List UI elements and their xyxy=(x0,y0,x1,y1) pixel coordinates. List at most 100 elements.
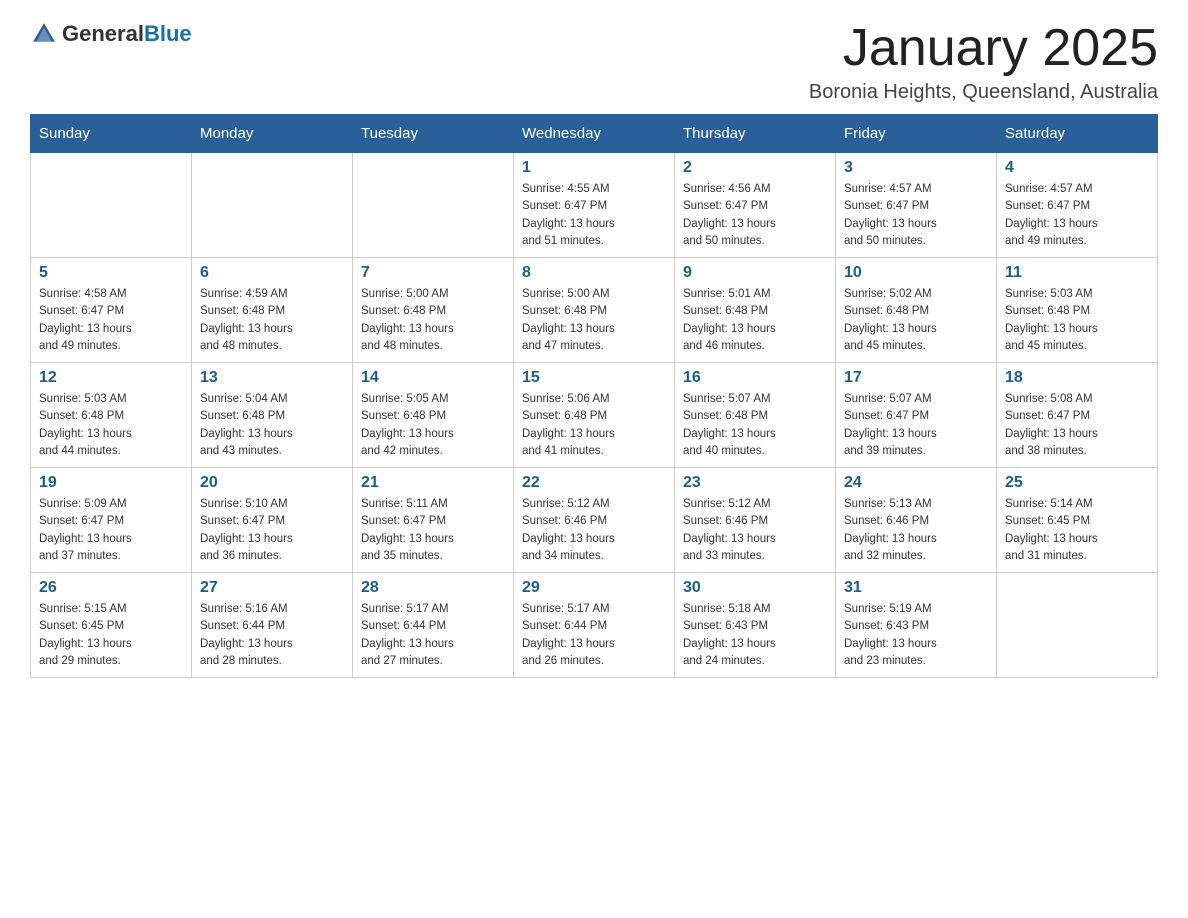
day-info: Sunrise: 5:14 AM Sunset: 6:45 PM Dayligh… xyxy=(1005,496,1149,565)
header-monday: Monday xyxy=(192,115,353,153)
calendar-week-0: 1 Sunrise: 4:55 AM Sunset: 6:47 PM Daylig… xyxy=(31,153,1158,258)
day-number: 27 xyxy=(200,579,344,597)
day-info: Sunrise: 5:01 AM Sunset: 6:48 PM Dayligh… xyxy=(683,286,827,355)
day-number: 15 xyxy=(522,369,666,387)
calendar-cell: 22 Sunrise: 5:12 AM Sunset: 6:46 PM Dayli… xyxy=(514,468,675,573)
day-info: Sunrise: 5:06 AM Sunset: 6:48 PM Dayligh… xyxy=(522,391,666,460)
day-info: Sunrise: 4:55 AM Sunset: 6:47 PM Dayligh… xyxy=(522,181,666,250)
calendar-cell: 12 Sunrise: 5:03 AM Sunset: 6:48 PM Dayli… xyxy=(31,363,192,468)
day-info: Sunrise: 4:57 AM Sunset: 6:47 PM Dayligh… xyxy=(1005,181,1149,250)
calendar-cell: 30 Sunrise: 5:18 AM Sunset: 6:43 PM Dayli… xyxy=(675,573,836,678)
day-number: 16 xyxy=(683,369,827,387)
title-section: January 2025 Boronia Heights, Queensland… xyxy=(809,20,1158,104)
day-number: 9 xyxy=(683,264,827,282)
page-header: GeneralBlue January 2025 Boronia Heights… xyxy=(30,20,1158,104)
calendar-cell xyxy=(31,153,192,258)
header-thursday: Thursday xyxy=(675,115,836,153)
calendar-cell: 6 Sunrise: 4:59 AM Sunset: 6:48 PM Daylig… xyxy=(192,258,353,363)
calendar-cell: 4 Sunrise: 4:57 AM Sunset: 6:47 PM Daylig… xyxy=(997,153,1158,258)
calendar-cell: 25 Sunrise: 5:14 AM Sunset: 6:45 PM Dayli… xyxy=(997,468,1158,573)
day-number: 19 xyxy=(39,474,183,492)
logo-general: General xyxy=(62,21,144,46)
day-info: Sunrise: 5:15 AM Sunset: 6:45 PM Dayligh… xyxy=(39,601,183,670)
day-number: 23 xyxy=(683,474,827,492)
day-info: Sunrise: 5:17 AM Sunset: 6:44 PM Dayligh… xyxy=(361,601,505,670)
day-number: 8 xyxy=(522,264,666,282)
day-number: 1 xyxy=(522,159,666,177)
day-number: 17 xyxy=(844,369,988,387)
calendar-cell: 11Sunrise: 5:03 AM Sunset: 6:48 PM Dayli… xyxy=(997,258,1158,363)
day-info: Sunrise: 5:10 AM Sunset: 6:47 PM Dayligh… xyxy=(200,496,344,565)
header-row: Sunday Monday Tuesday Wednesday Thursday… xyxy=(31,115,1158,153)
calendar-cell xyxy=(192,153,353,258)
calendar-cell: 18 Sunrise: 5:08 AM Sunset: 6:47 PM Dayli… xyxy=(997,363,1158,468)
calendar-week-1: 5Sunrise: 4:58 AM Sunset: 6:47 PM Daylig… xyxy=(31,258,1158,363)
day-number: 31 xyxy=(844,579,988,597)
day-info: Sunrise: 5:12 AM Sunset: 6:46 PM Dayligh… xyxy=(522,496,666,565)
calendar-cell: 2 Sunrise: 4:56 AM Sunset: 6:47 PM Daylig… xyxy=(675,153,836,258)
location-title: Boronia Heights, Queensland, Australia xyxy=(809,81,1158,104)
logo-text: GeneralBlue xyxy=(62,21,192,47)
day-info: Sunrise: 4:58 AM Sunset: 6:47 PM Dayligh… xyxy=(39,286,183,355)
day-info: Sunrise: 5:04 AM Sunset: 6:48 PM Dayligh… xyxy=(200,391,344,460)
calendar-cell: 3 Sunrise: 4:57 AM Sunset: 6:47 PM Daylig… xyxy=(836,153,997,258)
day-info: Sunrise: 4:57 AM Sunset: 6:47 PM Dayligh… xyxy=(844,181,988,250)
calendar-cell: 19 Sunrise: 5:09 AM Sunset: 6:47 PM Dayli… xyxy=(31,468,192,573)
day-number: 24 xyxy=(844,474,988,492)
calendar-week-3: 19 Sunrise: 5:09 AM Sunset: 6:47 PM Dayli… xyxy=(31,468,1158,573)
day-info: Sunrise: 5:07 AM Sunset: 6:47 PM Dayligh… xyxy=(844,391,988,460)
day-info: Sunrise: 5:03 AM Sunset: 6:48 PM Dayligh… xyxy=(39,391,183,460)
day-number: 13 xyxy=(200,369,344,387)
day-info: Sunrise: 5:05 AM Sunset: 6:48 PM Dayligh… xyxy=(361,391,505,460)
logo-blue: Blue xyxy=(144,21,192,46)
day-number: 20 xyxy=(200,474,344,492)
calendar-cell: 27 Sunrise: 5:16 AM Sunset: 6:44 PM Dayli… xyxy=(192,573,353,678)
calendar-cell: 14 Sunrise: 5:05 AM Sunset: 6:48 PM Dayli… xyxy=(353,363,514,468)
day-number: 21 xyxy=(361,474,505,492)
day-number: 2 xyxy=(683,159,827,177)
day-number: 26 xyxy=(39,579,183,597)
calendar-cell: 9 Sunrise: 5:01 AM Sunset: 6:48 PM Daylig… xyxy=(675,258,836,363)
day-number: 4 xyxy=(1005,159,1149,177)
day-number: 12 xyxy=(39,369,183,387)
day-info: Sunrise: 5:17 AM Sunset: 6:44 PM Dayligh… xyxy=(522,601,666,670)
day-info: Sunrise: 5:16 AM Sunset: 6:44 PM Dayligh… xyxy=(200,601,344,670)
day-info: Sunrise: 5:07 AM Sunset: 6:48 PM Dayligh… xyxy=(683,391,827,460)
day-info: Sunrise: 5:11 AM Sunset: 6:47 PM Dayligh… xyxy=(361,496,505,565)
calendar-cell: 8 Sunrise: 5:00 AM Sunset: 6:48 PM Daylig… xyxy=(514,258,675,363)
header-wednesday: Wednesday xyxy=(514,115,675,153)
calendar-cell: 10 Sunrise: 5:02 AM Sunset: 6:48 PM Dayli… xyxy=(836,258,997,363)
day-number: 11 xyxy=(1005,264,1149,282)
calendar-cell: 21 Sunrise: 5:11 AM Sunset: 6:47 PM Dayli… xyxy=(353,468,514,573)
day-number: 30 xyxy=(683,579,827,597)
day-info: Sunrise: 4:59 AM Sunset: 6:48 PM Dayligh… xyxy=(200,286,344,355)
calendar-cell: 15 Sunrise: 5:06 AM Sunset: 6:48 PM Dayli… xyxy=(514,363,675,468)
day-info: Sunrise: 4:56 AM Sunset: 6:47 PM Dayligh… xyxy=(683,181,827,250)
calendar-week-4: 26 Sunrise: 5:15 AM Sunset: 6:45 PM Dayli… xyxy=(31,573,1158,678)
day-number: 10 xyxy=(844,264,988,282)
day-number: 14 xyxy=(361,369,505,387)
day-number: 28 xyxy=(361,579,505,597)
calendar-cell: 26 Sunrise: 5:15 AM Sunset: 6:45 PM Dayli… xyxy=(31,573,192,678)
logo-icon xyxy=(30,20,58,48)
day-number: 22 xyxy=(522,474,666,492)
day-number: 25 xyxy=(1005,474,1149,492)
calendar-cell: 17 Sunrise: 5:07 AM Sunset: 6:47 PM Dayli… xyxy=(836,363,997,468)
day-info: Sunrise: 5:09 AM Sunset: 6:47 PM Dayligh… xyxy=(39,496,183,565)
calendar-cell: 16 Sunrise: 5:07 AM Sunset: 6:48 PM Dayli… xyxy=(675,363,836,468)
day-info: Sunrise: 5:00 AM Sunset: 6:48 PM Dayligh… xyxy=(522,286,666,355)
day-info: Sunrise: 5:02 AM Sunset: 6:48 PM Dayligh… xyxy=(844,286,988,355)
calendar-cell: 13 Sunrise: 5:04 AM Sunset: 6:48 PM Dayli… xyxy=(192,363,353,468)
calendar-cell: 28 Sunrise: 5:17 AM Sunset: 6:44 PM Dayli… xyxy=(353,573,514,678)
day-number: 18 xyxy=(1005,369,1149,387)
month-title: January 2025 xyxy=(809,20,1158,77)
calendar-table: Sunday Monday Tuesday Wednesday Thursday… xyxy=(30,114,1158,678)
day-number: 3 xyxy=(844,159,988,177)
calendar-cell: 24Sunrise: 5:13 AM Sunset: 6:46 PM Dayli… xyxy=(836,468,997,573)
day-number: 6 xyxy=(200,264,344,282)
day-info: Sunrise: 5:08 AM Sunset: 6:47 PM Dayligh… xyxy=(1005,391,1149,460)
day-number: 29 xyxy=(522,579,666,597)
day-info: Sunrise: 5:18 AM Sunset: 6:43 PM Dayligh… xyxy=(683,601,827,670)
header-sunday: Sunday xyxy=(31,115,192,153)
header-friday: Friday xyxy=(836,115,997,153)
